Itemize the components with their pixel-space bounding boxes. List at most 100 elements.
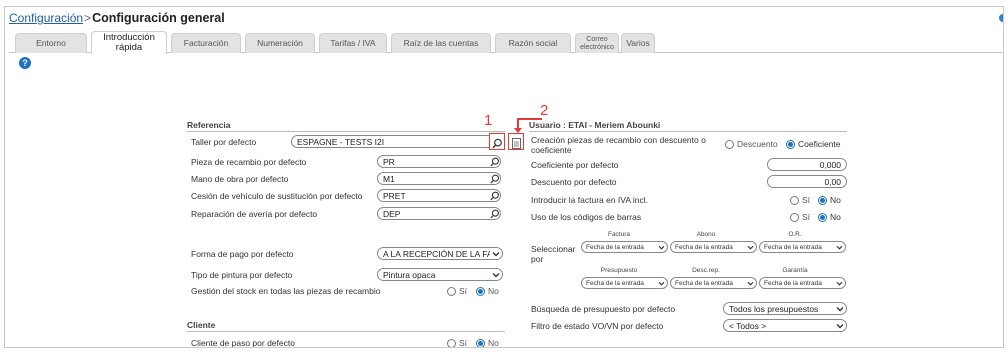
radio-label: Sí xyxy=(802,195,811,205)
iva-radio-no[interactable]: No xyxy=(818,195,841,205)
label-forma-pago: Forma de pago por defecto xyxy=(191,249,294,259)
forma-pago-select[interactable]: A LA RECEPCIÓN DE LA FAC xyxy=(377,247,503,260)
help-icon[interactable]: ? xyxy=(19,57,31,69)
coeficiente-input[interactable]: 0,000 xyxy=(767,158,847,171)
label-barras: Uso de los códigos de barras xyxy=(531,212,642,222)
iva-radio-si[interactable]: Sí xyxy=(790,195,810,205)
section-title-cliente: Cliente xyxy=(187,320,216,330)
label-pintura: Tipo de pintura por defecto xyxy=(191,270,293,280)
tab-tarifas-iva[interactable]: Tarifas / IVA xyxy=(319,33,387,53)
document-icon[interactable] xyxy=(512,136,521,149)
select-value: Fecha de la entrada xyxy=(586,243,644,251)
or-date-select[interactable]: Fecha de la entrada xyxy=(759,241,846,253)
chevron-down-icon xyxy=(744,281,756,286)
busqueda-select[interactable]: Todos los presupuestos xyxy=(723,302,847,315)
label-descuento: Descuento por defecto xyxy=(531,177,617,187)
radio-button[interactable] xyxy=(790,212,799,222)
search-icon[interactable] xyxy=(492,136,503,149)
radio-button[interactable] xyxy=(476,286,485,296)
search-icon[interactable] xyxy=(488,172,501,185)
scroll-indicator[interactable] xyxy=(999,14,1003,22)
column-header-abono: Abono xyxy=(696,231,716,238)
radio-label: Descuento xyxy=(737,139,778,149)
creacion-radio-coeficiente[interactable]: Coeficiente xyxy=(786,139,841,149)
radio-button[interactable] xyxy=(786,139,795,149)
factura-date-select[interactable]: Fecha de la entrada xyxy=(581,241,668,253)
mano-value: M1 xyxy=(383,173,395,184)
taller-value: ESPAGNE - TESTS I2I xyxy=(297,136,385,147)
column-header-or: O.R. xyxy=(788,231,802,238)
chevron-down-icon xyxy=(655,245,667,250)
reparacion-input[interactable]: DEP xyxy=(377,207,501,220)
radio-label: No xyxy=(830,212,841,222)
mano-input[interactable]: M1 xyxy=(377,172,501,185)
cliente-paso-radio-si[interactable]: Sí xyxy=(447,338,467,347)
tab-entorno[interactable]: Entorno xyxy=(15,33,87,53)
forma-pago-value: A LA RECEPCIÓN DE LA FAC xyxy=(383,248,490,259)
search-icon[interactable] xyxy=(488,207,501,220)
annotation-1: 1 xyxy=(484,112,493,129)
radio-button[interactable] xyxy=(790,195,799,205)
stock-radio-no[interactable]: No xyxy=(476,286,499,296)
descuento-input[interactable]: 0,00 xyxy=(767,175,847,188)
select-value: Fecha de la entrada xyxy=(675,279,733,287)
label-coeficiente: Coeficiente por defecto xyxy=(531,160,619,170)
pieza-input[interactable]: PR xyxy=(377,155,501,168)
barras-radio-no[interactable]: No xyxy=(818,212,841,222)
filtro-select[interactable]: < Todos > xyxy=(723,319,847,332)
creacion-radio-descuento[interactable]: Descuento xyxy=(725,139,778,149)
stock-radio-si[interactable]: Sí xyxy=(447,286,467,296)
cesion-value: PRET xyxy=(383,190,406,201)
select-value: Fecha de la entrada xyxy=(764,279,822,287)
cliente-paso-radio-no[interactable]: No xyxy=(476,338,499,347)
presupuesto-date-select[interactable]: Fecha de la entrada xyxy=(581,277,668,289)
garantia-date-select[interactable]: Fecha de la entrada xyxy=(759,277,846,289)
reparacion-value: DEP xyxy=(383,208,401,219)
divider xyxy=(187,331,505,332)
search-icon[interactable] xyxy=(488,155,501,168)
chevron-down-icon xyxy=(744,245,756,250)
column-header-presupuesto: Presupuesto xyxy=(600,267,638,274)
radio-button[interactable] xyxy=(447,286,456,296)
radio-button[interactable] xyxy=(476,338,485,347)
chevron-down-icon xyxy=(834,306,846,312)
radio-label: No xyxy=(488,286,499,296)
tab-raiz-cuentas[interactable]: Raíz de las cuentas xyxy=(391,33,491,53)
barras-radio-si[interactable]: Sí xyxy=(790,212,810,222)
tab-razon-social[interactable]: Razón social xyxy=(495,33,571,53)
radio-button[interactable] xyxy=(447,338,456,347)
tab-correo-electronico[interactable]: Correo electrónico xyxy=(575,33,619,53)
column-header-garantia: Garantía xyxy=(782,267,808,274)
chevron-down-icon xyxy=(490,251,502,257)
label-iva: Introducir la factura en IVA incl. xyxy=(531,195,649,205)
tab-facturacion[interactable]: Facturación xyxy=(171,33,241,53)
tab-label: Introducción rápida xyxy=(103,32,155,53)
label-creacion: Creación piezas de recambio con descuent… xyxy=(531,135,706,155)
chevron-down-icon xyxy=(655,281,667,286)
tab-varios[interactable]: Varios xyxy=(621,33,655,53)
chevron-down-icon xyxy=(833,281,845,286)
abono-date-select[interactable]: Fecha de la entrada xyxy=(670,241,757,253)
breadcrumb: Configuración>Configuración general xyxy=(9,11,225,25)
chevron-down-icon xyxy=(833,245,845,250)
cesion-input[interactable]: PRET xyxy=(377,189,501,202)
taller-input[interactable]: ESPAGNE - TESTS I2I xyxy=(291,135,501,148)
annotation-arrow-head xyxy=(514,128,522,133)
column-header-desc-rep: Desc.rep. xyxy=(692,267,720,274)
radio-button[interactable] xyxy=(725,139,734,149)
annotation-2: 2 xyxy=(540,102,549,119)
divider xyxy=(529,131,847,132)
search-icon[interactable] xyxy=(488,189,501,202)
breadcrumb-link-configuracion[interactable]: Configuración xyxy=(9,11,83,25)
radio-button[interactable] xyxy=(818,195,827,205)
pintura-value: Pintura opaca xyxy=(383,269,436,280)
select-value: Fecha de la entrada xyxy=(586,279,644,287)
desc-rep-date-select[interactable]: Fecha de la entrada xyxy=(670,277,757,289)
label-seleccionar: Seleccionar por xyxy=(531,244,576,264)
tab-numeracion[interactable]: Numeración xyxy=(245,33,315,53)
label-busqueda: Búsqueda de presupuesto por defecto xyxy=(531,304,676,314)
tab-introduccion-rapida[interactable]: Introducción rápida xyxy=(91,31,167,54)
label-mano: Mano de obra por defecto xyxy=(191,174,289,184)
radio-button[interactable] xyxy=(818,212,827,222)
pintura-select[interactable]: Pintura opaca xyxy=(377,268,503,281)
